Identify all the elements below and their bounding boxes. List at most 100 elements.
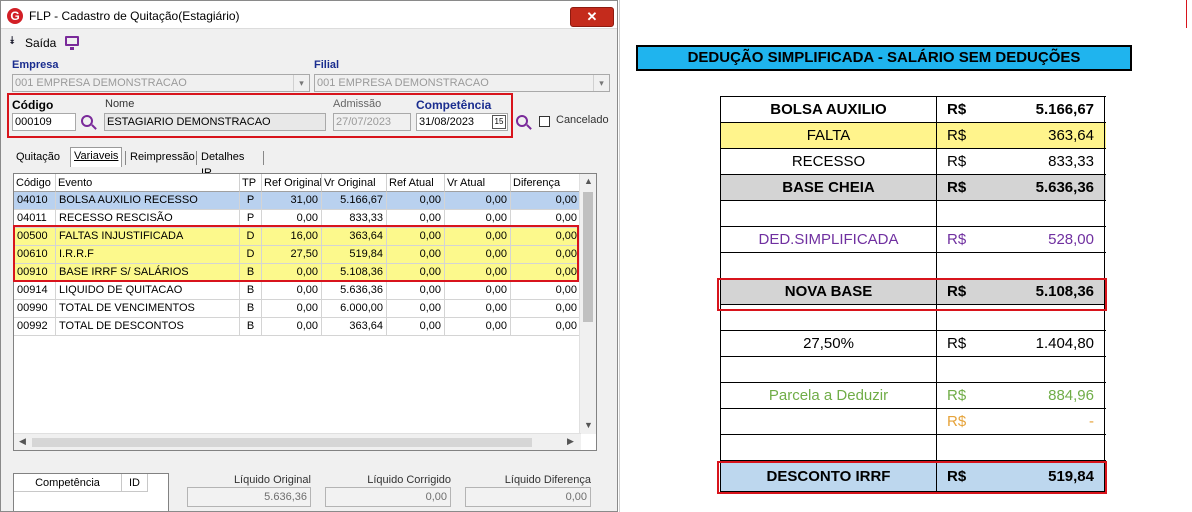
cell-ref-original[interactable]: 31,00 [262, 192, 322, 210]
empresa-select[interactable]: 001 EMPRESA DEMONSTRACAO ▾ [12, 74, 310, 92]
tab-variaveis[interactable]: Variaveis [70, 147, 123, 167]
calc-row: RECESSO R$ 833,33 [720, 148, 1106, 174]
cell-vr-atual[interactable]: 0,00 [445, 282, 511, 300]
cell-evento[interactable]: BOLSA AUXILIO RECESSO [56, 192, 240, 210]
cell-evento[interactable]: TOTAL DE DESCONTOS [56, 318, 240, 336]
chevron-down-icon[interactable]: ▾ [593, 75, 609, 91]
cell-codigo[interactable]: 00914 [14, 282, 56, 300]
col-header-ref-original[interactable]: Ref Original [262, 174, 322, 192]
empresa-value: 001 EMPRESA DEMONSTRACAO [15, 77, 187, 89]
filial-label: Filial [314, 59, 340, 71]
col-header-tp[interactable]: TP [240, 174, 262, 192]
calc-row [720, 356, 1106, 382]
table-row[interactable]: 00992 TOTAL DE DESCONTOS B 0,00 363,64 0,00 0,… [14, 318, 581, 336]
toolbar: ⯯ Saída [1, 29, 617, 55]
monitor-icon[interactable] [65, 36, 79, 50]
cell-diferenca[interactable]: 0,00 [511, 300, 581, 318]
cell-evento[interactable]: TOTAL DE VENCIMENTOS [56, 300, 240, 318]
col-header-evento[interactable]: Evento [56, 174, 240, 192]
calc-row: BOLSA AUXILIO R$ 5.166,67 [720, 96, 1106, 122]
sheet-banner: DEDUÇÃO SIMPLIFICADA - SALÁRIO SEM DEDUÇ… [636, 45, 1132, 71]
col-header-diferenca[interactable]: Diferença [511, 174, 581, 192]
close-button[interactable]: ✕ [570, 7, 614, 27]
tab-reimpressao[interactable]: Reimpressão [127, 149, 198, 167]
scrollbar-thumb[interactable] [583, 192, 593, 322]
chevron-right-icon[interactable]: ▶ [562, 436, 579, 447]
cell-vr-atual[interactable]: 0,00 [445, 192, 511, 210]
exit-button[interactable]: Saída [25, 36, 56, 50]
cell-tp[interactable]: P [240, 192, 262, 210]
cell-ref-atual[interactable]: 0,00 [387, 192, 445, 210]
cell-vr-original[interactable]: 5.166,67 [322, 192, 387, 210]
calc-currency [937, 357, 977, 382]
cell-evento[interactable]: LIQUIDO DE QUITACAO [56, 282, 240, 300]
chevron-down-icon[interactable]: ▾ [293, 75, 309, 91]
table-row[interactable]: 00914 LIQUIDO DE QUITACAO B 0,00 5.636,36 0,0… [14, 282, 581, 300]
cell-tp[interactable]: B [240, 318, 262, 336]
calc-row: BASE CHEIA R$ 5.636,36 [720, 174, 1106, 200]
calc-value: 5.166,67 [977, 97, 1105, 122]
cell-ref-atual[interactable]: 0,00 [387, 300, 445, 318]
cell-tp[interactable]: B [240, 282, 262, 300]
col-header-vr-original[interactable]: Vr Original [322, 174, 387, 192]
calc-label [720, 435, 937, 460]
cell-diferenca[interactable]: 0,00 [511, 192, 581, 210]
calc-value: - [977, 409, 1105, 434]
cell-vr-atual[interactable]: 0,00 [445, 300, 511, 318]
table-row[interactable]: 04010 BOLSA AUXILIO RECESSO P 31,00 5.166,67… [14, 192, 581, 210]
table-row[interactable]: 00990 TOTAL DE VENCIMENTOS B 0,00 6.000,00 0,… [14, 300, 581, 318]
chevron-left-icon[interactable]: ◀ [14, 436, 31, 447]
horizontal-scrollbar[interactable]: ◀ ▶ [14, 433, 581, 450]
divider [1186, 0, 1187, 28]
cell-ref-atual[interactable]: 0,00 [387, 282, 445, 300]
cell-vr-original[interactable]: 6.000,00 [322, 300, 387, 318]
cell-diferenca[interactable]: 0,00 [511, 318, 581, 336]
calc-currency: R$ [947, 153, 967, 170]
scrollbar-thumb[interactable] [32, 438, 532, 447]
app-logo-icon: G [7, 8, 23, 24]
calc-currency [937, 201, 977, 226]
col-header-id[interactable]: ID [122, 474, 148, 492]
calc-label: Parcela a Deduzir [720, 383, 937, 408]
cell-codigo[interactable]: 00990 [14, 300, 56, 318]
quitacao-window: G FLP - Cadastro de Quitação(Estagiário)… [0, 0, 618, 512]
tab-quitacao[interactable]: Quitação [13, 149, 63, 167]
cell-codigo[interactable]: 04010 [14, 192, 56, 210]
highlight-outline [717, 278, 1107, 311]
cell-ref-atual[interactable]: 0,00 [387, 318, 445, 336]
chevron-up-icon[interactable]: ▲ [580, 176, 596, 186]
cancelado-label: Cancelado [556, 114, 609, 126]
liquido-original-label: Líquido Original [233, 474, 311, 486]
col-header-ref-atual[interactable]: Ref Atual [387, 174, 445, 192]
calc-row [720, 252, 1106, 278]
window-title: FLP - Cadastro de Quitação(Estagiário) [29, 9, 240, 23]
cell-vr-original[interactable]: 5.636,36 [322, 282, 387, 300]
vertical-scrollbar[interactable]: ▲ ▼ [579, 174, 596, 434]
calc-value [977, 435, 1105, 460]
calc-label [720, 201, 937, 226]
cell-tp[interactable]: B [240, 300, 262, 318]
competencia-id-grid[interactable]: Competência ID [13, 473, 169, 511]
exit-icon[interactable]: ⯯ [9, 35, 16, 48]
col-header-vr-atual[interactable]: Vr Atual [445, 174, 511, 192]
tab-detalhes-ir[interactable]: Detalhes IR [198, 149, 247, 179]
cell-vr-atual[interactable]: 0,00 [445, 318, 511, 336]
cell-diferenca[interactable]: 0,00 [511, 282, 581, 300]
cell-ref-original[interactable]: 0,00 [262, 282, 322, 300]
calc-currency: R$ [947, 231, 967, 248]
calc-row [720, 434, 1106, 460]
cell-ref-original[interactable]: 0,00 [262, 318, 322, 336]
cell-ref-original[interactable]: 0,00 [262, 300, 322, 318]
calc-row: FALTA R$ 363,64 [720, 122, 1106, 148]
col-header-codigo[interactable]: Código [14, 174, 56, 192]
eventos-grid[interactable]: Código Evento TP Ref Original Vr Origina… [13, 173, 597, 451]
search-icon[interactable] [516, 115, 528, 127]
cell-vr-original[interactable]: 363,64 [322, 318, 387, 336]
cancelado-checkbox[interactable] [539, 116, 550, 127]
filial-select[interactable]: 001 EMPRESA DEMONSTRACAO ▾ [314, 74, 610, 92]
chevron-down-icon[interactable]: ▼ [580, 420, 596, 430]
calc-currency [937, 253, 977, 278]
col-header-competencia[interactable]: Competência [14, 474, 122, 492]
cell-codigo[interactable]: 00992 [14, 318, 56, 336]
calc-label: FALTA [720, 123, 937, 148]
